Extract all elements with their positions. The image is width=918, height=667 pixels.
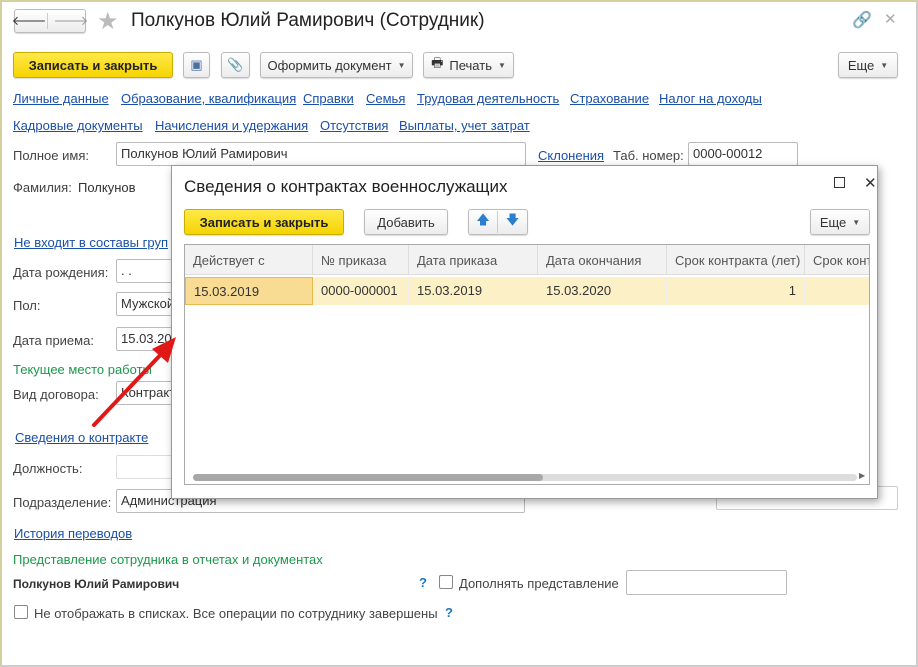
- floppy-icon: ▣: [190, 57, 203, 72]
- format-document-button[interactable]: Оформить документ ▼: [260, 52, 413, 78]
- full-name-label: Полное имя:: [13, 148, 89, 163]
- transfer-history-link[interactable]: История переводов: [14, 526, 132, 541]
- tab-number-input[interactable]: 0000-00012: [688, 142, 798, 166]
- add-button[interactable]: Добавить: [364, 209, 448, 235]
- print-label: Печать: [449, 57, 492, 73]
- more-label: Еще: [819, 214, 847, 230]
- scroll-right-icon[interactable]: ▶: [859, 471, 865, 480]
- move-buttons: 🡅 🡇: [468, 209, 528, 235]
- print-button[interactable]: 🖶 Печать ▼: [423, 52, 514, 78]
- table-cell[interactable]: 1: [667, 277, 805, 305]
- more-label: Еще: [847, 57, 875, 73]
- link-family[interactable]: Семья: [366, 91, 405, 106]
- attach-button[interactable]: 📎: [221, 52, 250, 78]
- link-hr-docs[interactable]: Кадровые документы: [13, 118, 143, 133]
- position-label: Должность:: [13, 461, 83, 476]
- close-icon[interactable]: ✕: [864, 174, 877, 192]
- link-icon[interactable]: 🔗: [852, 10, 872, 30]
- supplement-input[interactable]: [626, 570, 787, 595]
- column-header[interactable]: Срок конт: [805, 245, 869, 275]
- link-education[interactable]: Образование, квалификация: [121, 91, 296, 106]
- column-header[interactable]: Дата окончания: [538, 245, 667, 275]
- help-icon[interactable]: ?: [445, 605, 453, 620]
- link-insurance[interactable]: Страхование: [570, 91, 649, 106]
- save-close-label: Записать и закрыть: [199, 214, 329, 230]
- full-name-input[interactable]: Полкунов Юлий Рамирович: [116, 142, 526, 166]
- link-work[interactable]: Трудовая деятельность: [417, 91, 559, 106]
- table-cell[interactable]: 15.03.2020: [538, 277, 667, 305]
- gender-label: Пол:: [13, 298, 41, 313]
- column-header[interactable]: Действует с: [185, 245, 313, 275]
- caret-down-icon: ▼: [497, 60, 506, 70]
- table-cell[interactable]: 15.03.2019: [185, 277, 313, 305]
- column-header[interactable]: № приказа: [313, 245, 409, 275]
- surname-label: Фамилия:: [13, 180, 72, 195]
- groups-link[interactable]: Не входит в составы груп: [14, 235, 168, 250]
- maximize-icon[interactable]: [834, 177, 845, 188]
- caret-down-icon: ▼: [880, 60, 889, 70]
- horizontal-scrollbar[interactable]: [193, 474, 857, 481]
- column-header[interactable]: Дата приказа: [409, 245, 538, 275]
- link-tax[interactable]: Налог на доходы: [659, 91, 762, 106]
- department-label: Подразделение:: [13, 495, 112, 510]
- surname-value: Полкунов: [78, 180, 136, 195]
- link-payments[interactable]: Выплаты, учет затрат: [399, 118, 530, 133]
- caret-down-icon: ▼: [397, 60, 406, 70]
- paperclip-icon: 📎: [227, 57, 244, 72]
- declensions-link[interactable]: Склонения: [538, 148, 604, 163]
- representation-name: Полкунов Юлий Рамирович: [13, 577, 180, 591]
- link-certificates[interactable]: Справки: [303, 91, 354, 106]
- birth-label: Дата рождения:: [13, 265, 109, 280]
- save-close-label: Записать и закрыть: [28, 57, 158, 73]
- link-personal[interactable]: Личные данные: [13, 91, 109, 106]
- column-header[interactable]: Срок контракта (лет): [667, 245, 805, 275]
- move-down-icon[interactable]: 🡇: [498, 211, 527, 233]
- table-cell[interactable]: 15.03.2019: [409, 277, 538, 305]
- save-close-button[interactable]: Записать и закрыть: [13, 52, 173, 78]
- help-icon[interactable]: ?: [419, 575, 427, 590]
- table-cell[interactable]: [805, 277, 869, 305]
- hide-checkbox[interactable]: [14, 605, 28, 619]
- format-document-label: Оформить документ: [267, 57, 392, 73]
- more-button[interactable]: Еще ▼: [838, 52, 898, 78]
- nav-buttons: 🡐 🡒: [12, 9, 89, 33]
- window-title: Полкунов Юлий Рамирович (Сотрудник): [131, 10, 485, 31]
- red-arrow-annotation: [92, 337, 176, 427]
- favorite-star-icon[interactable]: ★: [97, 7, 119, 36]
- contracts-dialog: Сведения о контрактах военнослужащих ✕ З…: [171, 165, 878, 499]
- add-label: Добавить: [377, 214, 435, 230]
- supplement-label: Дополнять представление: [459, 576, 619, 591]
- link-absences[interactable]: Отсутствия: [320, 118, 388, 133]
- forward-icon[interactable]: 🡒: [54, 13, 89, 29]
- move-up-icon[interactable]: 🡅: [469, 211, 499, 233]
- tab-number-label: Таб. номер:: [613, 148, 684, 163]
- printer-icon: 🖶: [431, 55, 444, 70]
- save-button[interactable]: ▣: [183, 52, 210, 78]
- dialog-title: Сведения о контрактах военнослужащих: [184, 177, 508, 196]
- contracts-table: Действует с № приказа Дата приказа Дата …: [184, 244, 870, 485]
- scrollbar-thumb[interactable]: [193, 474, 543, 481]
- supplement-checkbox[interactable]: [439, 575, 453, 589]
- link-accruals[interactable]: Начисления и удержания: [155, 118, 308, 133]
- hide-label: Не отображать в списках. Все операции по…: [34, 606, 438, 621]
- dialog-more-button[interactable]: Еще ▼: [810, 209, 870, 235]
- table-cell[interactable]: 0000-000001: [313, 277, 409, 305]
- representation-heading: Представление сотрудника в отчетах и док…: [13, 552, 323, 567]
- dialog-save-close-button[interactable]: Записать и закрыть: [184, 209, 344, 235]
- caret-down-icon: ▼: [852, 217, 861, 227]
- close-icon[interactable]: ✕: [884, 10, 897, 28]
- back-icon[interactable]: 🡐: [12, 13, 48, 29]
